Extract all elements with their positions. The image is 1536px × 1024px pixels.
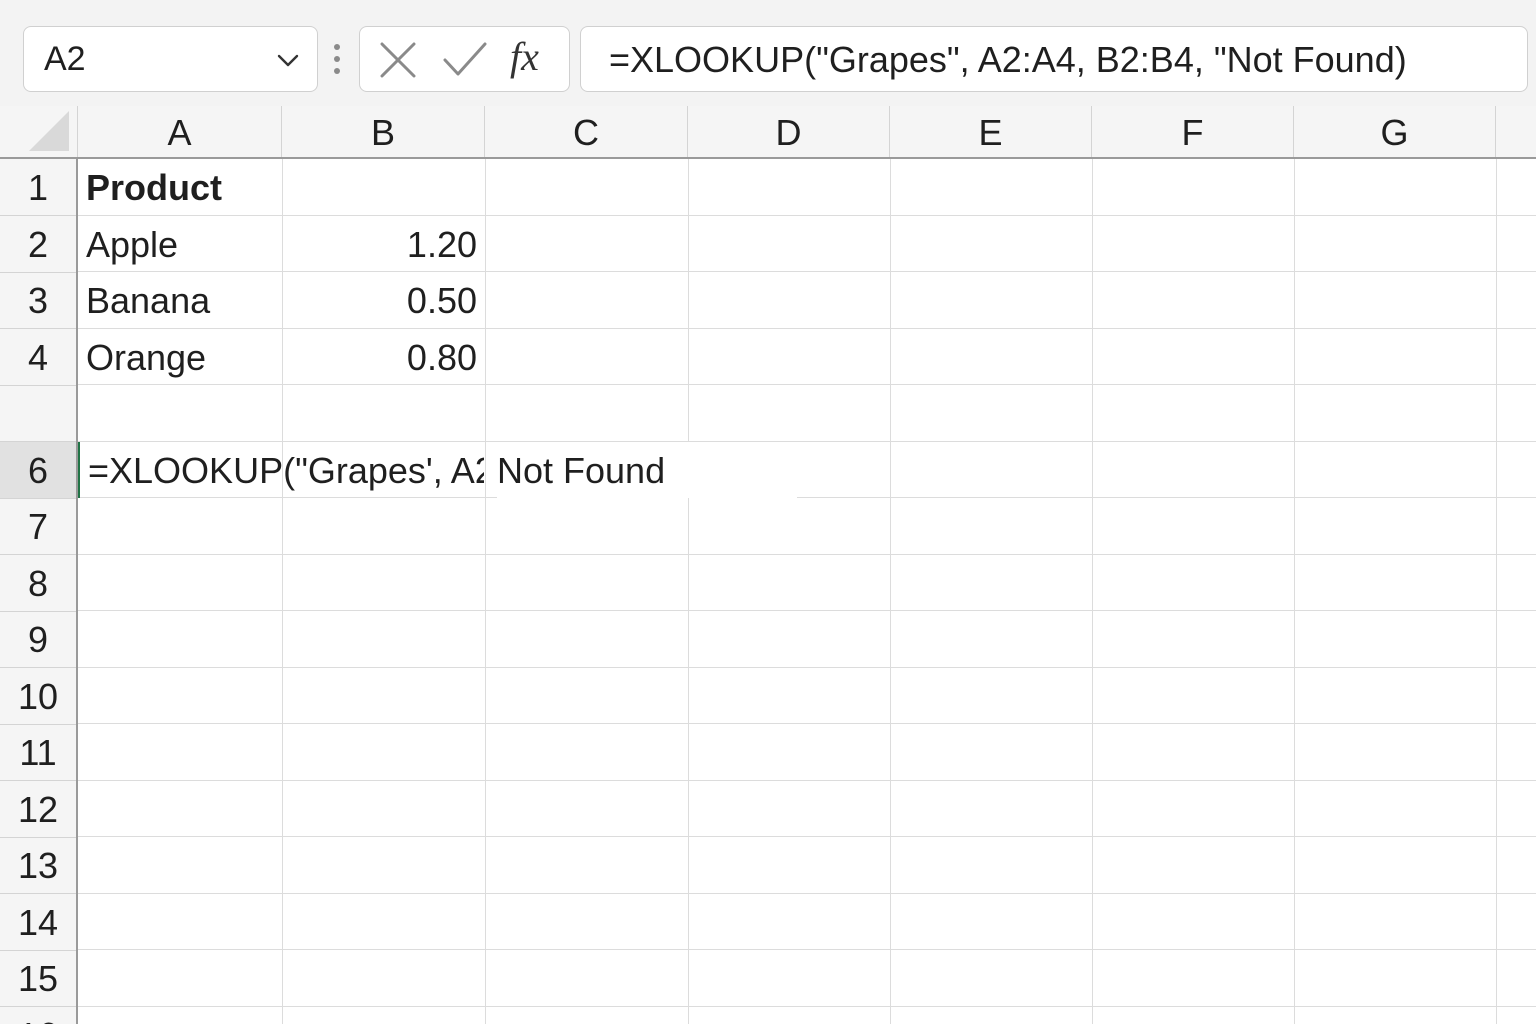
row-header-9[interactable]: 9 xyxy=(0,611,76,668)
column-headers: A B C D E F G xyxy=(0,106,1536,159)
column-header-e[interactable]: E xyxy=(890,106,1092,157)
cancel-icon[interactable] xyxy=(378,40,418,80)
cell-grid[interactable]: Product Apple 1.20 Banana 0.50 Orange 0.… xyxy=(78,159,1536,1024)
row-header-2[interactable]: 2 xyxy=(0,216,76,273)
cell-b2[interactable]: 1.20 xyxy=(284,216,477,272)
row-header-5[interactable] xyxy=(0,385,76,442)
chevron-down-icon[interactable] xyxy=(275,47,301,73)
row-header-6[interactable]: 6 xyxy=(0,441,76,499)
column-header-f[interactable]: F xyxy=(1092,106,1294,157)
more-vertical-icon[interactable] xyxy=(331,42,343,78)
cell-a6[interactable]: =XLOOKUP("Grapes', A2 xyxy=(88,442,484,498)
select-all-button[interactable] xyxy=(0,106,78,157)
row-header-14[interactable]: 14 xyxy=(0,894,76,951)
cell-a1[interactable]: Product xyxy=(86,159,280,215)
name-box-value[interactable]: A2 xyxy=(44,40,86,79)
row-header-16[interactable]: 16 xyxy=(0,1007,76,1024)
formula-text[interactable]: =XLOOKUP("Grapes", A2:A4, B2:B4, "Not Fo… xyxy=(609,39,1407,81)
column-header-b[interactable]: B xyxy=(282,106,485,157)
row-header-8[interactable]: 8 xyxy=(0,555,76,612)
name-box[interactable]: A2 xyxy=(23,26,318,92)
cell-b3[interactable]: 0.50 xyxy=(284,272,477,328)
column-header-g[interactable]: G xyxy=(1294,106,1496,157)
row-header-10[interactable]: 10 xyxy=(0,668,76,725)
column-header-c[interactable]: C xyxy=(485,106,688,157)
row-headers: 1 2 3 4 6 7 8 9 10 11 12 13 14 15 16 xyxy=(0,159,78,1024)
cell-b4[interactable]: 0.80 xyxy=(284,329,477,385)
formula-buttons: fx xyxy=(359,26,570,92)
row-header-15[interactable]: 15 xyxy=(0,950,76,1007)
row-header-7[interactable]: 7 xyxy=(0,498,76,555)
row-header-4[interactable]: 4 xyxy=(0,329,76,386)
formula-input[interactable]: =XLOOKUP("Grapes", A2:A4, B2:B4, "Not Fo… xyxy=(580,26,1528,92)
cell-a2[interactable]: Apple xyxy=(86,216,280,272)
formula-bar-area: A2 fx =XLOOKUP("Grapes", A2:A4, B2:B4, "… xyxy=(0,0,1536,106)
cell-c6[interactable]: Not Found xyxy=(497,442,797,498)
row-header-12[interactable]: 12 xyxy=(0,781,76,838)
enter-icon[interactable] xyxy=(442,40,488,80)
row-header-13[interactable]: 13 xyxy=(0,837,76,894)
row-header-1[interactable]: 1 xyxy=(0,159,76,216)
cell-a3[interactable]: Banana xyxy=(86,272,280,328)
column-header-a[interactable]: A xyxy=(78,106,282,157)
row-header-11[interactable]: 11 xyxy=(0,724,76,781)
row-header-3[interactable]: 3 xyxy=(0,272,76,329)
active-cell-indicator xyxy=(78,442,80,498)
cell-a4[interactable]: Orange xyxy=(86,329,280,385)
insert-function-icon[interactable]: fx xyxy=(510,33,539,80)
column-header-d[interactable]: D xyxy=(688,106,890,157)
